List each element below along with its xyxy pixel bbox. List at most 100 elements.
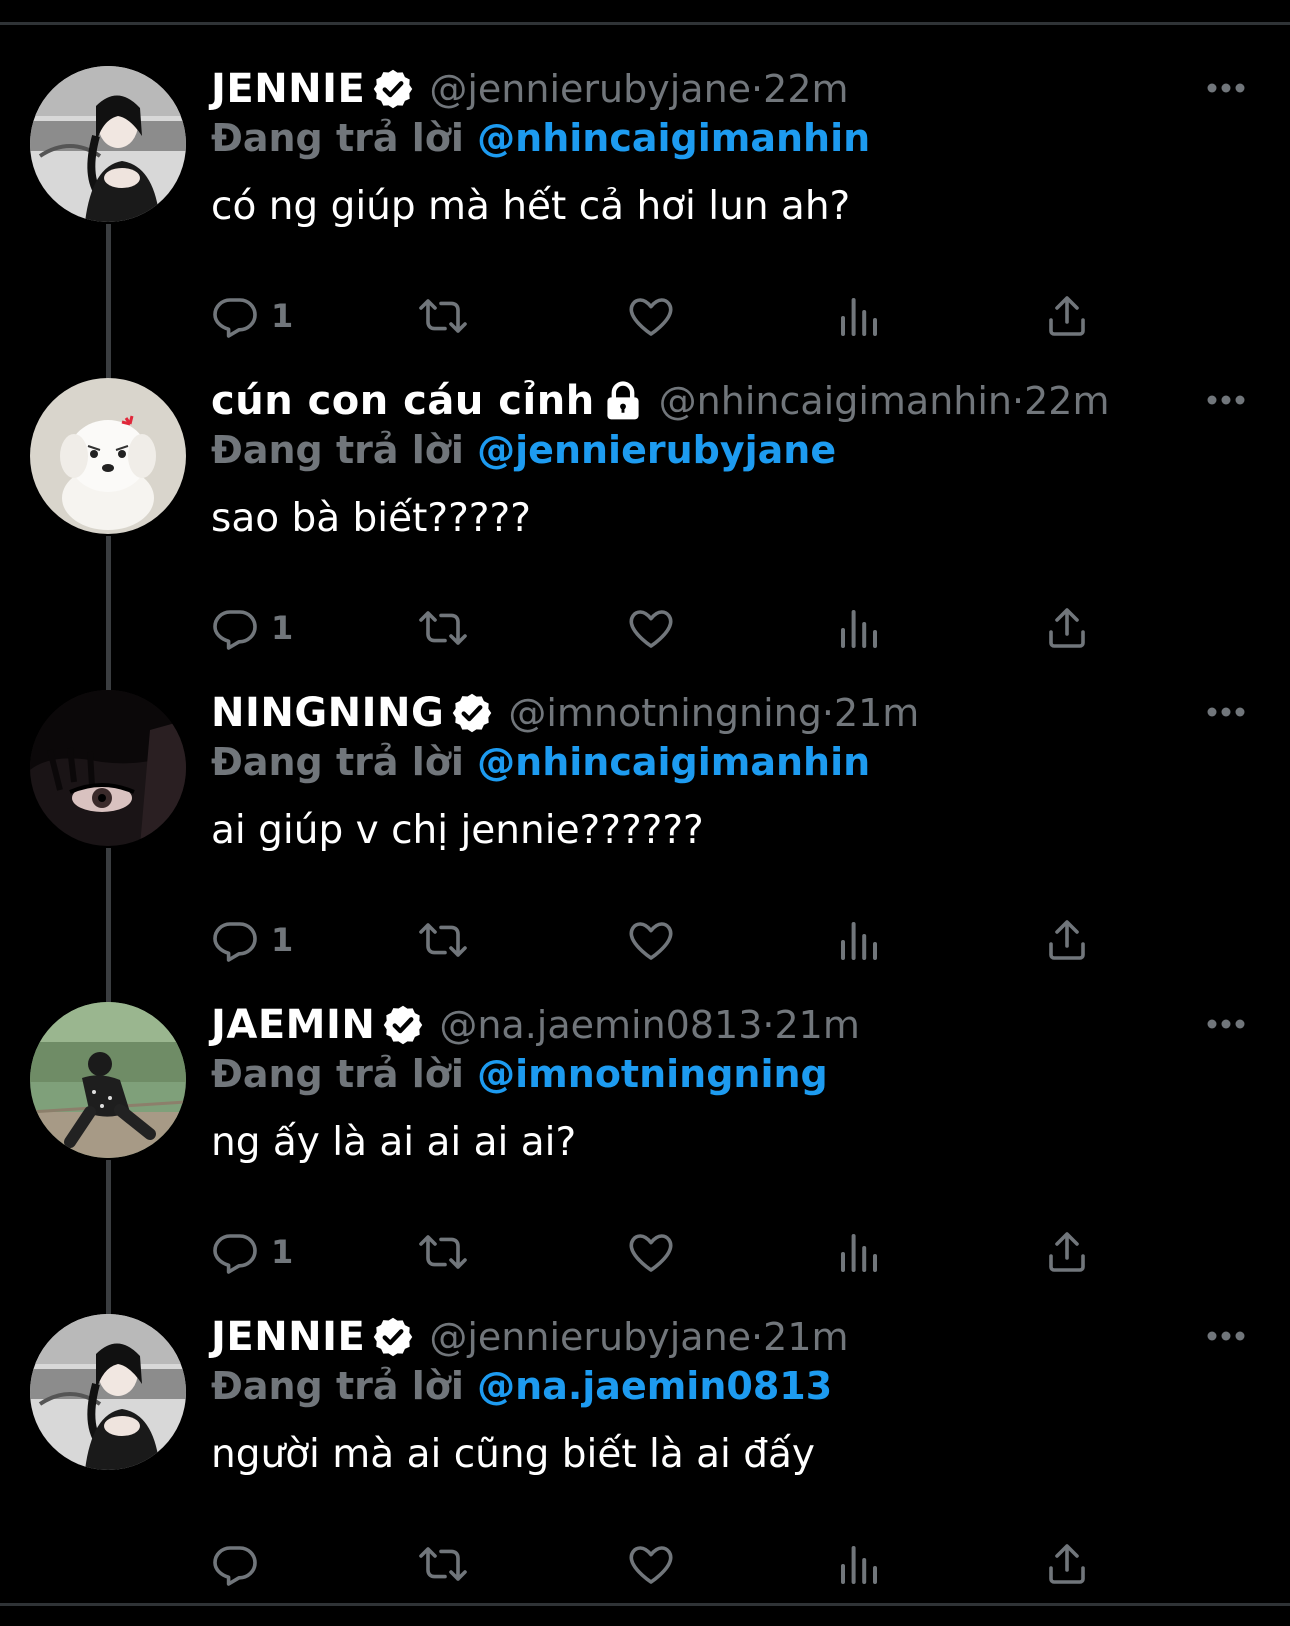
views-button[interactable] [835, 912, 883, 968]
reply-icon [213, 1546, 257, 1586]
mention-link[interactable]: @na.jaemin0813 [477, 1364, 832, 1408]
display-name[interactable]: JENNIE [211, 1314, 365, 1360]
views-button[interactable] [835, 288, 883, 344]
reply-button[interactable]: 1 [211, 912, 293, 968]
puppy-avatar[interactable] [30, 378, 186, 534]
mention-link[interactable]: @nhincaigimanhin [477, 740, 870, 784]
display-name[interactable]: NINGNING [211, 690, 444, 736]
retweet-button[interactable] [419, 288, 467, 344]
tweet-time[interactable]: 21m [763, 1315, 848, 1359]
tweet-header: NINGNING @imnotningning · 21m [211, 688, 1261, 738]
reply-button[interactable] [211, 1536, 271, 1592]
tweet-time[interactable]: 22m [1024, 379, 1109, 423]
share-button[interactable] [1043, 1224, 1091, 1280]
tweet-text: sao bà biết????? [211, 496, 531, 541]
tweet-2[interactable]: cún con cáu cỉnh @nhincaigimanhin · 22m … [0, 352, 1290, 692]
retweet-button[interactable] [419, 912, 467, 968]
tweet-header: JAEMIN @na.jaemin0813 · 21m [211, 1000, 1261, 1050]
more-icon[interactable] [1206, 392, 1246, 406]
retweet-button[interactable] [419, 1536, 467, 1592]
jaemin-avatar[interactable] [30, 1002, 186, 1158]
user-handle[interactable]: @imnotningning [508, 691, 822, 735]
more-icon[interactable] [1206, 1328, 1246, 1342]
display-name[interactable]: JENNIE [211, 66, 365, 112]
display-name[interactable]: cún con cáu cỉnh [211, 378, 595, 424]
replying-to: Đang trả lời @nhincaigimanhin [211, 738, 1261, 786]
retweet-icon [419, 1235, 467, 1269]
share-button[interactable] [1043, 288, 1091, 344]
retweet-icon [419, 611, 467, 645]
more-icon[interactable] [1206, 1016, 1246, 1030]
tweet-1[interactable]: JENNIE @jennierubyjane · 22m Đang trả lờ… [0, 40, 1290, 380]
like-icon [629, 1234, 673, 1272]
tweet-3[interactable]: NINGNING @imnotningning · 21m Đang trả l… [0, 664, 1290, 1004]
retweet-button[interactable] [419, 1224, 467, 1280]
tweet-time[interactable]: 21m [774, 1003, 859, 1047]
ningning-avatar[interactable] [30, 690, 186, 846]
separator-dot: · [821, 691, 834, 735]
display-name[interactable]: JAEMIN [211, 1002, 375, 1048]
like-button[interactable] [627, 1536, 675, 1592]
views-button[interactable] [835, 600, 883, 656]
reply-count: 1 [271, 297, 294, 335]
reply-icon [213, 922, 257, 962]
puppy-avatar-image [30, 378, 186, 534]
like-button[interactable] [627, 600, 675, 656]
reply-count: 1 [271, 921, 294, 959]
like-icon [629, 922, 673, 960]
reply-button[interactable]: 1 [211, 288, 293, 344]
reply-icon [213, 298, 257, 338]
reply-button[interactable]: 1 [211, 600, 293, 656]
tweet-5[interactable]: JENNIE @jennierubyjane · 21m Đang trả lờ… [0, 1288, 1290, 1600]
verified-badge-icon [381, 1003, 425, 1047]
tweet-time[interactable]: 21m [834, 691, 919, 735]
user-handle[interactable]: @nhincaigimanhin [659, 379, 1012, 423]
jennie-avatar-image [30, 1314, 186, 1470]
share-button[interactable] [1043, 600, 1091, 656]
separator-dot: · [1012, 379, 1025, 423]
replying-to: Đang trả lời @imnotningning [211, 1050, 1261, 1098]
verified-badge-icon [371, 67, 415, 111]
replying-label: Đang trả lời [211, 740, 464, 784]
jennie-avatar-image [30, 66, 186, 222]
like-button[interactable] [627, 1224, 675, 1280]
jennie-avatar[interactable] [30, 66, 186, 222]
retweet-icon [419, 923, 467, 957]
views-button[interactable] [835, 1224, 883, 1280]
replying-to: Đang trả lời @na.jaemin0813 [211, 1362, 1261, 1410]
tweet-4[interactable]: JAEMIN @na.jaemin0813 · 21m Đang trả lời… [0, 976, 1290, 1316]
tweet-time[interactable]: 22m [763, 67, 848, 111]
reply-icon [213, 1234, 257, 1274]
replying-label: Đang trả lời [211, 428, 464, 472]
like-icon [629, 1546, 673, 1584]
retweet-button[interactable] [419, 600, 467, 656]
user-handle[interactable]: @jennierubyjane [429, 67, 751, 111]
tweet-actions [211, 1536, 1131, 1592]
more-icon[interactable] [1206, 704, 1246, 718]
views-button[interactable] [835, 1536, 883, 1592]
replying-label: Đang trả lời [211, 1364, 464, 1408]
tweet-actions: 1 [211, 1224, 1131, 1280]
more-icon[interactable] [1206, 80, 1246, 94]
like-button[interactable] [627, 288, 675, 344]
reply-button[interactable]: 1 [211, 1224, 293, 1280]
views-icon [841, 298, 877, 336]
mention-link[interactable]: @nhincaigimanhin [477, 116, 870, 160]
tweet-header: JENNIE @jennierubyjane · 22m [211, 64, 1261, 114]
share-button[interactable] [1043, 1536, 1091, 1592]
tweet-header: JENNIE @jennierubyjane · 21m [211, 1312, 1261, 1362]
jennie-avatar[interactable] [30, 1314, 186, 1470]
views-icon [841, 1234, 877, 1272]
user-handle[interactable]: @jennierubyjane [429, 1315, 751, 1359]
like-button[interactable] [627, 912, 675, 968]
share-icon [1049, 920, 1085, 960]
user-handle[interactable]: @na.jaemin0813 [439, 1003, 762, 1047]
share-button[interactable] [1043, 912, 1091, 968]
mention-link[interactable]: @jennierubyjane [477, 428, 836, 472]
retweet-icon [419, 1547, 467, 1581]
like-icon [629, 298, 673, 336]
top-divider [0, 22, 1290, 25]
mention-link[interactable]: @imnotningning [477, 1052, 828, 1096]
share-icon [1049, 1544, 1085, 1584]
views-icon [841, 922, 877, 960]
